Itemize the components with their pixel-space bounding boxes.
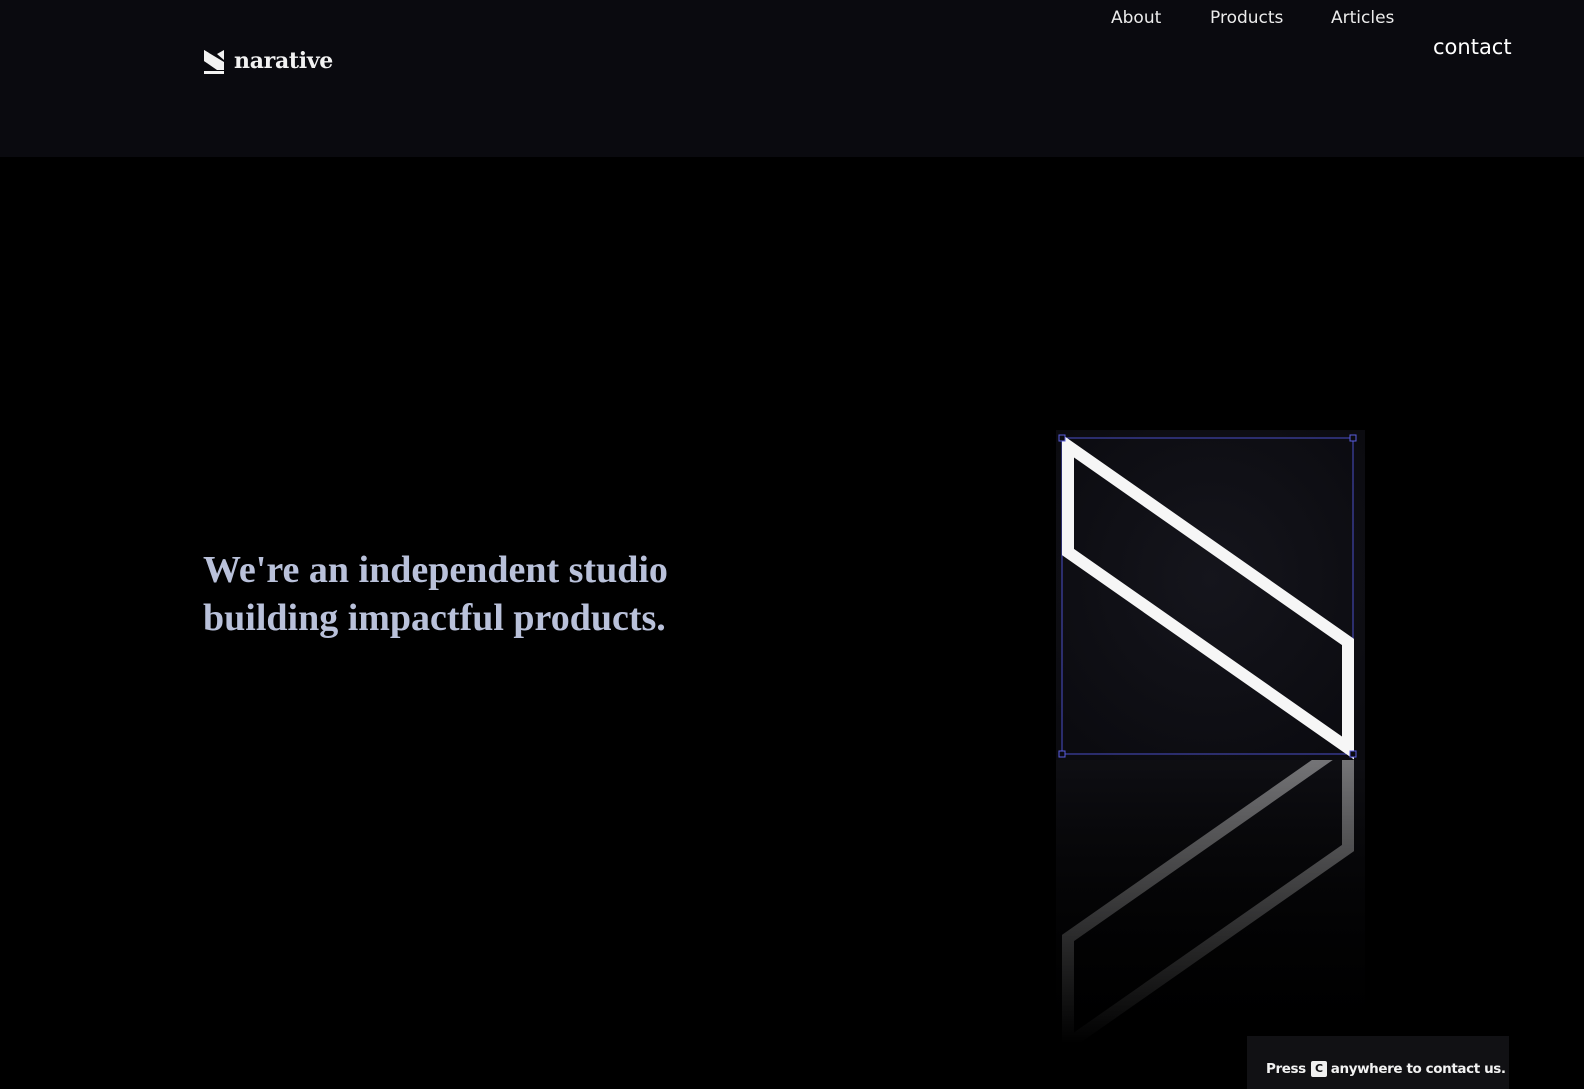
contact-hint: Press C anywhere to contact us. bbox=[1247, 1036, 1509, 1089]
hero-heading-line1: We're an independent studio bbox=[203, 549, 668, 591]
hint-prefix: Press bbox=[1266, 1060, 1306, 1077]
site-header: narative About Products Articles contact bbox=[0, 0, 1584, 157]
nav-about[interactable]: About bbox=[1111, 0, 1161, 36]
hero-heading-line2: building impactful products. bbox=[203, 597, 666, 639]
brand-logo-link[interactable]: narative bbox=[203, 44, 333, 78]
n-illustration-reflection bbox=[1056, 730, 1365, 1060]
keyboard-key-c: C bbox=[1310, 1060, 1327, 1077]
hint-suffix: anywhere to contact us. bbox=[1330, 1060, 1506, 1077]
hero-heading: We're an independent studio building imp… bbox=[203, 546, 723, 642]
nav-contact[interactable]: contact bbox=[1433, 28, 1512, 66]
brand-name: narative bbox=[234, 48, 333, 74]
nav-products[interactable]: Products bbox=[1210, 0, 1283, 36]
narative-logo-icon bbox=[203, 48, 225, 74]
nav-articles[interactable]: Articles bbox=[1331, 0, 1394, 36]
n-illustration bbox=[1056, 430, 1365, 760]
